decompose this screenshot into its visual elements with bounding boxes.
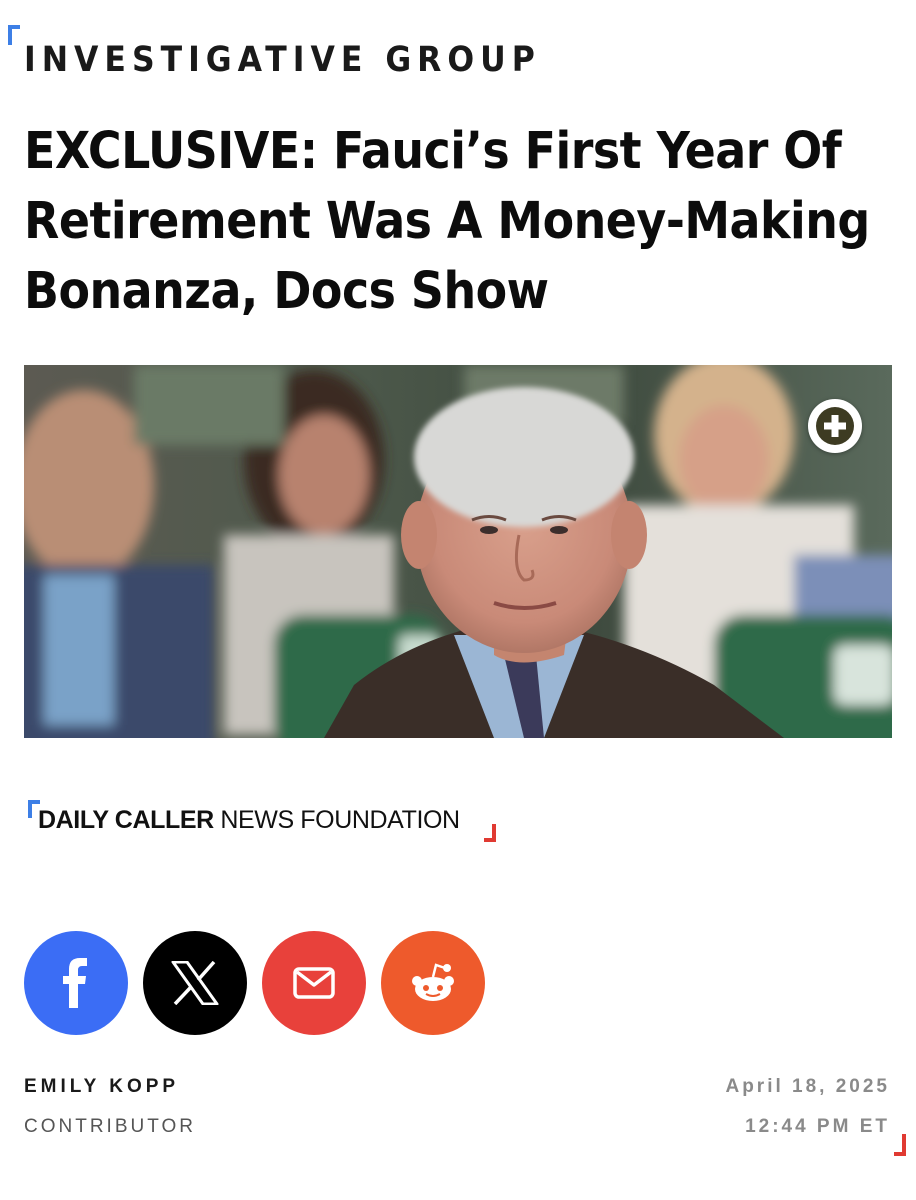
- author-name[interactable]: EMILY KOPP: [24, 1076, 179, 1098]
- section-label[interactable]: INVESTIGATIVE GROUP: [24, 40, 541, 80]
- share-buttons: [24, 931, 485, 1035]
- brand-wordmark: DAILY CALLER NEWS FOUNDATION: [38, 806, 460, 835]
- article-headline: EXCLUSIVE: Fauci’s First Year Of Retirem…: [24, 122, 870, 321]
- reddit-icon: [412, 963, 454, 1001]
- brand-logo[interactable]: DAILY CALLER NEWS FOUNDATION: [28, 800, 496, 842]
- brand-name-strong: DAILY CALLER: [38, 806, 214, 834]
- plus-icon: [816, 407, 854, 445]
- publish-date: April 18, 2025: [725, 1076, 890, 1097]
- corner-accent-top-left: [8, 25, 20, 45]
- logo-corner-bottom-right: [484, 824, 496, 842]
- hero-image[interactable]: [24, 365, 892, 738]
- author-role: CONTRIBUTOR: [24, 1116, 196, 1137]
- expand-image-button[interactable]: [808, 399, 862, 453]
- share-email-button[interactable]: [262, 931, 366, 1035]
- brand-name-light: NEWS FOUNDATION: [213, 806, 460, 834]
- share-facebook-button[interactable]: [24, 931, 128, 1035]
- share-x-button[interactable]: [143, 931, 247, 1035]
- share-reddit-button[interactable]: [381, 931, 485, 1035]
- publish-time: 12:44 PM ET: [745, 1116, 890, 1137]
- facebook-icon: [63, 958, 87, 1008]
- mail-icon: [293, 967, 335, 999]
- corner-accent-bottom-right: [894, 1134, 906, 1156]
- x-icon: [171, 961, 219, 1005]
- hero-photo: [24, 365, 892, 738]
